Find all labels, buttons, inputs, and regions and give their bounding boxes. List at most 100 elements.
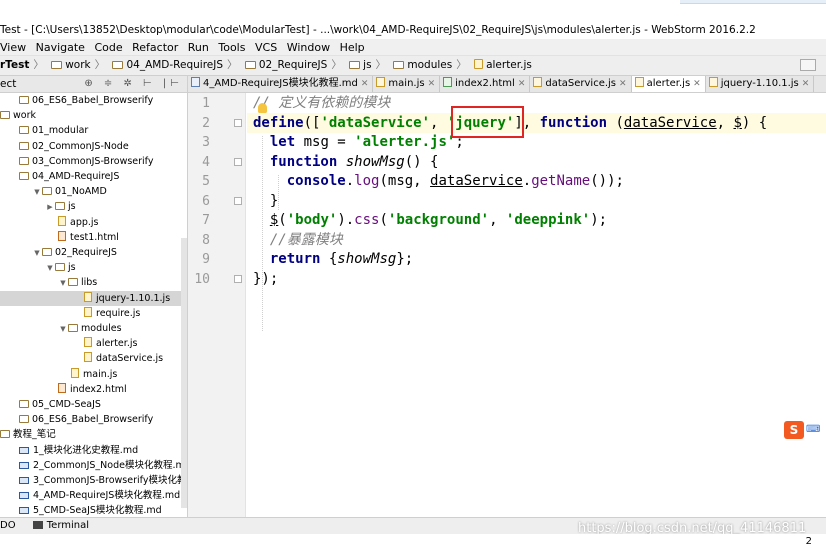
- tree-item[interactable]: jquery-1.10.1.js: [0, 290, 187, 306]
- expand-arrow-icon[interactable]: ▼: [58, 322, 68, 337]
- breadcrumb-amd[interactable]: 04_AMD-RequireJS: [108, 56, 223, 75]
- tab-main-js[interactable]: main.js ✕: [373, 76, 441, 92]
- tree-item[interactable]: 03_CommonJS-Browserify: [0, 154, 187, 169]
- code-line-7: $('body').css('background', 'deeppink');: [269, 212, 608, 228]
- tree-item-label: libs: [81, 277, 98, 289]
- fold-marker[interactable]: [234, 119, 242, 127]
- tree-item[interactable]: 3_CommonJS-Browserify模块化教程.md: [0, 473, 187, 488]
- close-icon[interactable]: ✕: [518, 79, 526, 89]
- tree-item-label: js: [68, 201, 76, 213]
- tree-item[interactable]: 05_CMD-SeaJS: [0, 397, 187, 412]
- md-file-icon: [19, 446, 29, 454]
- close-icon[interactable]: ✕: [428, 79, 436, 89]
- js-file-icon: [58, 215, 66, 226]
- tree-item[interactable]: 5_CMD-SeaJS模块化教程.md: [0, 503, 187, 517]
- tree-item[interactable]: 01_modular: [0, 123, 187, 138]
- menu-navigate[interactable]: Navigate: [36, 41, 85, 54]
- close-icon[interactable]: ✕: [361, 79, 369, 89]
- status-number: 2: [805, 536, 812, 547]
- tab-alerter-js[interactable]: alerter.js ✕: [631, 76, 706, 92]
- close-icon[interactable]: ✕: [802, 79, 810, 89]
- tab-jquery-js[interactable]: jquery-1.10.1.js ✕: [706, 76, 815, 92]
- tree-item[interactable]: 02_CommonJS-Node: [0, 139, 187, 154]
- menu-vcs[interactable]: VCS: [255, 41, 277, 54]
- fold-marker[interactable]: [234, 197, 242, 205]
- breadcrumb-project[interactable]: rTest: [0, 56, 29, 75]
- tree-item[interactable]: 06_ES6_Babel_Browserify: [0, 412, 187, 427]
- tree-item-label: 03_CommonJS-Browserify: [32, 155, 154, 167]
- menu-help[interactable]: Help: [340, 41, 365, 54]
- project-panel-header: ect ⊕ ≑ ✲ ⊢ |⊢: [0, 76, 188, 93]
- tree-item[interactable]: index2.html: [0, 382, 187, 397]
- tree-item[interactable]: ▼ js: [0, 260, 187, 276]
- tree-item[interactable]: 教程_笔记: [0, 427, 187, 442]
- tree-item[interactable]: app.js: [0, 215, 187, 230]
- tree-item-label: 5_CMD-SeaJS模块化教程.md: [33, 505, 162, 517]
- tree-item[interactable]: 1_模块化进化史教程.md: [0, 443, 187, 458]
- line-number: 3: [202, 135, 210, 150]
- tree-item[interactable]: ▼ 02_RequireJS: [0, 245, 187, 261]
- tree-item[interactable]: ▼ 01_NoAMD: [0, 184, 187, 200]
- fold-marker[interactable]: [234, 158, 242, 166]
- tree-item-label: index2.html: [70, 383, 127, 395]
- tab-amd-md[interactable]: 4_AMD-RequireJS模块化教程.md ✕: [188, 76, 374, 92]
- tree-item[interactable]: ▶ js: [0, 199, 187, 215]
- tree-item-label: 02_CommonJS-Node: [32, 140, 129, 152]
- menu-view[interactable]: View: [0, 41, 26, 54]
- menu-tools[interactable]: Tools: [218, 41, 245, 54]
- breadcrumb-modules[interactable]: modules: [389, 56, 452, 75]
- tree-item[interactable]: dataService.js: [0, 351, 187, 366]
- js-file-icon: [84, 352, 92, 363]
- code-line-9: return {showMsg};: [269, 251, 414, 267]
- expand-arrow-icon[interactable]: ▼: [45, 261, 55, 276]
- collapse-arrow-icon[interactable]: ▶: [45, 200, 55, 215]
- close-icon[interactable]: ✕: [693, 79, 701, 89]
- breadcrumb-separator: 〉: [375, 59, 387, 71]
- menu-code[interactable]: Code: [94, 41, 122, 54]
- tree-item-label: app.js: [70, 216, 99, 228]
- tree-item[interactable]: 2_CommonJS_Node模块化教程.md: [0, 458, 187, 473]
- expand-arrow-icon[interactable]: ▼: [58, 276, 68, 291]
- tree-item[interactable]: 04_AMD-RequireJS: [0, 169, 187, 184]
- html-file-icon: [58, 382, 66, 393]
- tree-scrollbar[interactable]: [181, 238, 187, 508]
- expand-arrow-icon[interactable]: ▼: [32, 185, 42, 200]
- folder-icon: [42, 187, 52, 196]
- terminal-tool-button[interactable]: Terminal: [32, 520, 89, 531]
- breadcrumb-js[interactable]: js: [345, 56, 372, 75]
- lightbulb-icon[interactable]: [258, 103, 267, 113]
- tree-item-label: require.js: [96, 307, 141, 319]
- breadcrumb-requirejs[interactable]: 02_RequireJS: [241, 56, 327, 75]
- code-editor[interactable]: 1 2 3 4 5 6 7 8 9 10 // 定义有依赖的模块 define(…: [188, 93, 826, 517]
- breadcrumb-file[interactable]: alerter.js: [470, 56, 532, 75]
- tree-item[interactable]: ▼ modules: [0, 321, 187, 337]
- tree-item[interactable]: ▼ libs: [0, 275, 187, 291]
- code-line-4: function showMsg() {: [269, 153, 439, 170]
- tree-item[interactable]: alerter.js: [0, 336, 187, 351]
- folder-icon: [42, 248, 52, 256]
- tree-item-label: work: [13, 110, 36, 122]
- tree-item[interactable]: 4_AMD-RequireJS模块化教程.md: [0, 488, 187, 503]
- tree-item[interactable]: main.js: [0, 367, 187, 382]
- ime-mode-icon[interactable]: ⌨: [806, 424, 820, 438]
- project-panel-title[interactable]: ect: [0, 78, 16, 90]
- tab-index2-html[interactable]: index2.html ✕: [440, 76, 531, 92]
- sogou-ime-icon[interactable]: S: [784, 421, 804, 439]
- tree-item[interactable]: require.js: [0, 306, 187, 321]
- menu-run[interactable]: Run: [188, 41, 209, 54]
- menu-refactor[interactable]: Refactor: [132, 41, 178, 54]
- tree-item[interactable]: test1.html: [0, 230, 187, 245]
- line-number: 5: [202, 174, 210, 189]
- panel-toolbar-icons[interactable]: ⊕ ≑ ✲ ⊢ |⊢: [84, 76, 183, 92]
- tab-dataservice-js[interactable]: dataService.js ✕: [530, 76, 632, 92]
- todo-tool-button[interactable]: DO: [0, 520, 16, 531]
- tree-item[interactable]: work: [0, 108, 187, 123]
- tree-item[interactable]: 06_ES6_Babel_Browserify: [0, 93, 187, 108]
- menu-window[interactable]: Window: [287, 41, 330, 54]
- breadcrumb-work[interactable]: work: [47, 56, 91, 75]
- close-icon[interactable]: ✕: [619, 79, 627, 89]
- folder-icon: [19, 400, 29, 408]
- toolbar-button[interactable]: [800, 59, 816, 71]
- fold-marker[interactable]: [234, 275, 242, 283]
- expand-arrow-icon[interactable]: ▼: [32, 246, 42, 261]
